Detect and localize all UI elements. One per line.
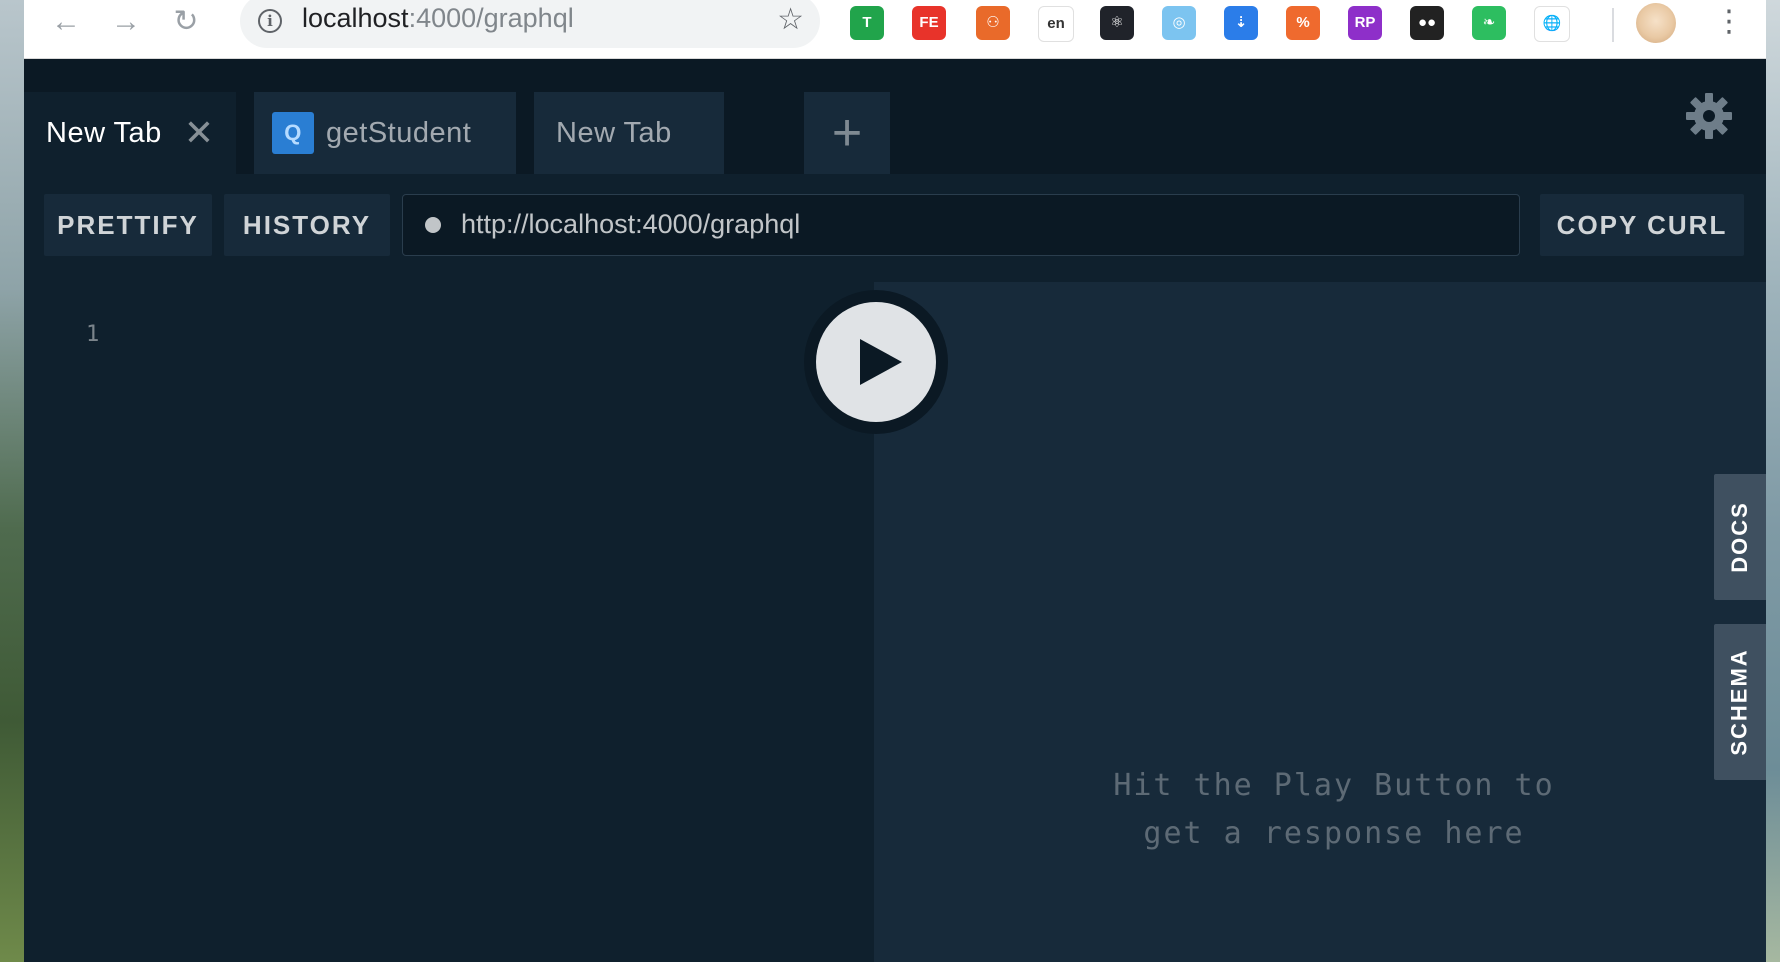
url-host: localhost: [302, 3, 409, 33]
result-hint-line-1: Hit the Play Button to: [1113, 768, 1555, 803]
play-icon: [860, 339, 902, 385]
browser-window: ← → ↻ i localhost:4000/graphql ☆ T FE ⚇ en ⚛…: [24, 0, 1766, 962]
play-button-ring: [804, 290, 948, 434]
line-number: 1: [86, 322, 100, 347]
schema-tab[interactable]: SCHEMA: [1714, 624, 1766, 780]
save-extension-icon[interactable]: ⇣: [1224, 6, 1258, 40]
tab-label: New Tab: [46, 116, 162, 149]
translate-extension-icon[interactable]: en: [1038, 6, 1074, 42]
toolbar-divider: [1612, 8, 1614, 42]
tab-new-tab[interactable]: New Tab: [534, 92, 724, 174]
reload-icon[interactable]: ↻: [166, 4, 206, 40]
sitemap-extension-icon[interactable]: ⚇: [976, 6, 1010, 40]
prettify-button[interactable]: PRETTIFY: [44, 194, 212, 256]
address-bar[interactable]: i localhost:4000/graphql ☆: [240, 0, 820, 48]
execute-query-button[interactable]: [816, 302, 936, 422]
back-icon[interactable]: ←: [46, 4, 86, 40]
target-extension-icon[interactable]: ◎: [1162, 6, 1196, 40]
settings-gear-icon[interactable]: [1684, 91, 1734, 141]
add-tab-button[interactable]: +: [804, 92, 890, 174]
react-devtools-icon[interactable]: ⚛: [1100, 6, 1134, 40]
info-icon[interactable]: i: [258, 9, 282, 33]
endpoint-url: http://localhost:4000/graphql: [461, 209, 801, 239]
orange-extension-icon[interactable]: %: [1286, 6, 1320, 40]
fe-extension-icon[interactable]: FE: [912, 6, 946, 40]
tab-new-tab-active[interactable]: New Tab ✕: [24, 92, 236, 174]
endpoint-input[interactable]: http://localhost:4000/graphql: [402, 194, 1520, 256]
desktop-background-left: [0, 0, 24, 962]
address-url[interactable]: localhost:4000/graphql: [302, 3, 574, 34]
profile-avatar[interactable]: [1636, 3, 1676, 43]
glasses-extension-icon[interactable]: ●●: [1410, 6, 1444, 40]
forward-icon[interactable]: →: [106, 4, 146, 40]
globe-extension-icon[interactable]: 🌐: [1534, 6, 1570, 42]
editor-controls: PRETTIFY HISTORY http://localhost:4000/g…: [24, 174, 1766, 280]
bookmark-star-icon[interactable]: ☆: [777, 4, 804, 36]
close-icon[interactable]: ✕: [184, 115, 215, 151]
docs-tab[interactable]: DOCS: [1714, 474, 1766, 600]
query-editor[interactable]: 1: [44, 282, 874, 962]
schema-tab-label: SCHEMA: [1727, 648, 1752, 756]
url-path: :4000/graphql: [408, 3, 574, 33]
browser-toolbar: ← → ↻ i localhost:4000/graphql ☆ T FE ⚇ en ⚛…: [24, 0, 1766, 59]
result-hint: Hit the Play Button to get a response he…: [1074, 762, 1594, 858]
status-dot-icon: [425, 217, 441, 233]
result-pane: [874, 282, 1766, 962]
result-hint-line-2: get a response here: [1143, 816, 1525, 851]
shield-extension-icon[interactable]: T: [850, 6, 884, 40]
history-button[interactable]: HISTORY: [224, 194, 390, 256]
rp-extension-icon[interactable]: RP: [1348, 6, 1382, 40]
playground-tab-bar: New Tab ✕ Q getStudent New Tab +: [24, 59, 1766, 174]
menu-kebab-icon[interactable]: ⋮: [1714, 4, 1744, 40]
docs-tab-label: DOCS: [1727, 501, 1752, 573]
query-badge-icon: Q: [272, 112, 314, 154]
tab-get-student[interactable]: Q getStudent: [254, 92, 516, 174]
desktop-background-right: [1766, 0, 1780, 962]
tab-label: getStudent: [326, 116, 472, 149]
copy-curl-button[interactable]: COPY CURL: [1540, 194, 1744, 256]
evernote-extension-icon[interactable]: ❧: [1472, 6, 1506, 40]
tab-label: New Tab: [556, 116, 672, 149]
